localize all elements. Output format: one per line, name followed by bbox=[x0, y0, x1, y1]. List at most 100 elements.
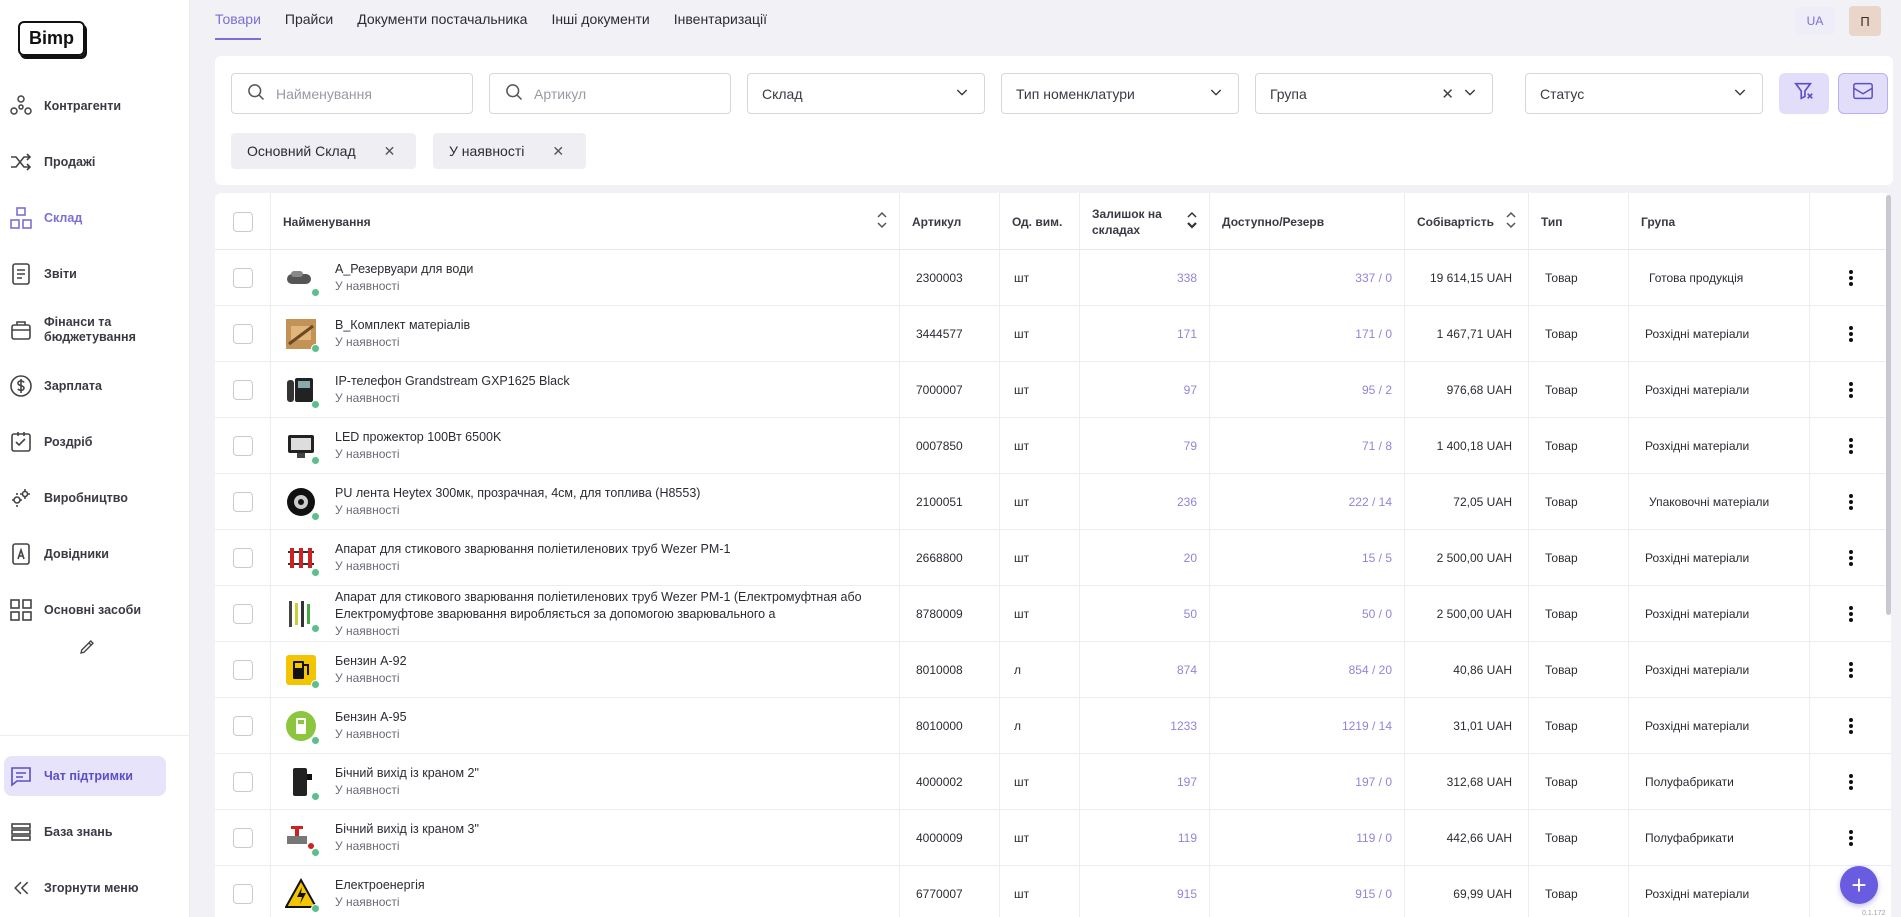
stock-cell[interactable]: 97 bbox=[1080, 362, 1210, 418]
row-checkbox[interactable] bbox=[232, 324, 253, 344]
table-row[interactable]: Електроенергія У наявності 6770007 шт 91… bbox=[215, 866, 1891, 917]
available-reserve-cell[interactable]: 119 / 0 bbox=[1210, 810, 1405, 866]
column-stock[interactable]: Залишок на складах bbox=[1080, 193, 1210, 250]
row-actions-button[interactable] bbox=[1810, 362, 1891, 418]
tab-prices[interactable]: Прайси bbox=[285, 0, 333, 40]
add-product-button[interactable]: + bbox=[1840, 866, 1878, 904]
bimp-logo[interactable]: Bimp bbox=[18, 21, 85, 56]
status-select[interactable]: Статус bbox=[1525, 73, 1763, 114]
table-row[interactable]: LED прожектор 100Вт 6500K У наявності 00… bbox=[215, 418, 1891, 474]
stock-cell[interactable]: 338 bbox=[1080, 250, 1210, 306]
product-name[interactable]: Електроенергія bbox=[335, 877, 425, 894]
column-cost[interactable]: Собівартість bbox=[1405, 193, 1529, 250]
available-reserve-cell[interactable]: 95 / 2 bbox=[1210, 362, 1405, 418]
product-name[interactable]: Бензин А-92 bbox=[335, 653, 407, 670]
name-search-input[interactable]: Найменування bbox=[231, 73, 473, 114]
sidebar-item-directories[interactable]: Довідники bbox=[0, 526, 190, 582]
column-available[interactable]: Доступно/Резерв bbox=[1210, 193, 1405, 250]
stock-cell[interactable]: 1233 bbox=[1080, 698, 1210, 754]
row-checkbox[interactable] bbox=[232, 492, 253, 512]
clear-filters-button[interactable] bbox=[1779, 73, 1829, 114]
sort-icon[interactable] bbox=[1504, 210, 1518, 234]
edit-menu-pencil-icon[interactable] bbox=[78, 638, 96, 661]
table-row[interactable]: Бензин А-92 У наявності 8010008 л 874 85… bbox=[215, 642, 1891, 698]
row-checkbox[interactable] bbox=[232, 772, 253, 792]
product-cell[interactable]: B_Комплект матеріалів У наявності bbox=[271, 306, 900, 362]
product-cell[interactable]: Апарат для стикового зварювання поліетил… bbox=[271, 530, 900, 586]
select-all-checkbox[interactable] bbox=[232, 211, 253, 232]
stock-cell[interactable]: 79 bbox=[1080, 418, 1210, 474]
available-reserve-cell[interactable]: 915 / 0 bbox=[1210, 866, 1405, 917]
product-name[interactable]: B_Комплект матеріалів bbox=[335, 317, 470, 334]
sidebar-item-finance[interactable]: Фінанси та бюджетування bbox=[0, 302, 190, 358]
column-group[interactable]: Група bbox=[1629, 193, 1810, 250]
product-cell[interactable]: IP-телефон Grandstream GXP1625 Black У н… bbox=[271, 362, 900, 418]
product-name[interactable]: Бічний вихід із краном 2" bbox=[335, 765, 479, 782]
row-checkbox[interactable] bbox=[232, 268, 253, 288]
product-name[interactable]: Апарат для стикового зварювання поліетил… bbox=[335, 589, 862, 606]
sidebar-item-contractors[interactable]: Контрагенти bbox=[0, 78, 190, 134]
product-cell[interactable]: Електроенергія У наявності bbox=[271, 866, 900, 917]
table-row[interactable]: B_Комплект матеріалів У наявності 344457… bbox=[215, 306, 1891, 362]
available-reserve-cell[interactable]: 222 / 14 bbox=[1210, 474, 1405, 530]
sidebar-item-fixed-assets[interactable]: Основні засоби bbox=[0, 582, 190, 638]
sidebar-item-reports[interactable]: Звіти bbox=[0, 246, 190, 302]
stock-cell[interactable]: 874 bbox=[1080, 642, 1210, 698]
product-name[interactable]: PU лента Heytex 300мк, прозрачная, 4см, … bbox=[335, 485, 700, 502]
row-actions-button[interactable] bbox=[1810, 642, 1891, 698]
stock-cell[interactable]: 197 bbox=[1080, 754, 1210, 810]
product-name[interactable]: Апарат для стикового зварювання поліетил… bbox=[335, 541, 730, 558]
available-reserve-cell[interactable]: 197 / 0 bbox=[1210, 754, 1405, 810]
product-cell[interactable]: PU лента Heytex 300мк, прозрачная, 4см, … bbox=[271, 474, 900, 530]
article-search-input[interactable]: Артикул bbox=[489, 73, 731, 114]
row-checkbox[interactable] bbox=[232, 884, 253, 904]
available-reserve-cell[interactable]: 337 / 0 bbox=[1210, 250, 1405, 306]
row-actions-button[interactable] bbox=[1810, 530, 1891, 586]
row-actions-button[interactable] bbox=[1810, 586, 1891, 642]
stock-cell[interactable]: 20 bbox=[1080, 530, 1210, 586]
product-name[interactable]: Бензин А-95 bbox=[335, 709, 407, 726]
stock-cell[interactable]: 915 bbox=[1080, 866, 1210, 917]
collapse-menu-button[interactable]: Згорнути меню bbox=[4, 868, 166, 908]
row-actions-button[interactable] bbox=[1810, 810, 1891, 866]
product-cell[interactable]: Бічний вихід із краном 3" У наявності bbox=[271, 810, 900, 866]
product-name[interactable]: A_Резервуари для води bbox=[335, 261, 473, 278]
row-actions-button[interactable] bbox=[1810, 250, 1891, 306]
tab-inventories[interactable]: Інвентаризації bbox=[674, 0, 767, 40]
row-checkbox[interactable] bbox=[232, 548, 253, 568]
nomenclature-type-select[interactable]: Тип номенклатури bbox=[1001, 73, 1239, 114]
row-actions-button[interactable] bbox=[1810, 306, 1891, 362]
available-reserve-cell[interactable]: 854 / 20 bbox=[1210, 642, 1405, 698]
row-checkbox[interactable] bbox=[232, 380, 253, 400]
sidebar-item-retail[interactable]: Роздріб bbox=[0, 414, 190, 470]
tab-products[interactable]: Товари bbox=[215, 0, 261, 40]
table-row[interactable]: Апарат для стикового зварювання поліетил… bbox=[215, 530, 1891, 586]
product-name[interactable]: IP-телефон Grandstream GXP1625 Black bbox=[335, 373, 570, 390]
clear-icon[interactable]: ✕ bbox=[1441, 85, 1454, 103]
column-article[interactable]: Артикул bbox=[900, 193, 1000, 250]
table-row[interactable]: IP-телефон Grandstream GXP1625 Black У н… bbox=[215, 362, 1891, 418]
stock-cell[interactable]: 236 bbox=[1080, 474, 1210, 530]
table-row[interactable]: PU лента Heytex 300мк, прозрачная, 4см, … bbox=[215, 474, 1891, 530]
sidebar-item-warehouse[interactable]: Склад bbox=[0, 190, 190, 246]
product-cell[interactable]: Бічний вихід із краном 2" У наявності bbox=[271, 754, 900, 810]
product-cell[interactable]: A_Резервуари для води У наявності bbox=[271, 250, 900, 306]
knowledge-base-button[interactable]: База знань bbox=[4, 812, 166, 852]
stock-cell[interactable]: 171 bbox=[1080, 306, 1210, 362]
table-row[interactable]: Апарат для стикового зварювання поліетил… bbox=[215, 586, 1891, 642]
available-reserve-cell[interactable]: 171 / 0 bbox=[1210, 306, 1405, 362]
tab-other-documents[interactable]: Інші документи bbox=[551, 0, 649, 40]
sidebar-item-salary[interactable]: Зарплата bbox=[0, 358, 190, 414]
product-cell[interactable]: LED прожектор 100Вт 6500K У наявності bbox=[271, 418, 900, 474]
available-reserve-cell[interactable]: 71 / 8 bbox=[1210, 418, 1405, 474]
row-actions-button[interactable] bbox=[1810, 418, 1891, 474]
stock-cell[interactable]: 119 bbox=[1080, 810, 1210, 866]
sidebar-item-production[interactable]: Виробництво bbox=[0, 470, 190, 526]
sort-icon[interactable] bbox=[1185, 210, 1199, 234]
table-row[interactable]: Бензин А-95 У наявності 8010000 л 1233 1… bbox=[215, 698, 1891, 754]
product-cell[interactable]: Бензин А-92 У наявності bbox=[271, 642, 900, 698]
column-type[interactable]: Тип bbox=[1529, 193, 1629, 250]
row-checkbox[interactable] bbox=[232, 604, 253, 624]
warehouse-select[interactable]: Склад bbox=[747, 73, 985, 114]
row-checkbox[interactable] bbox=[232, 716, 253, 736]
